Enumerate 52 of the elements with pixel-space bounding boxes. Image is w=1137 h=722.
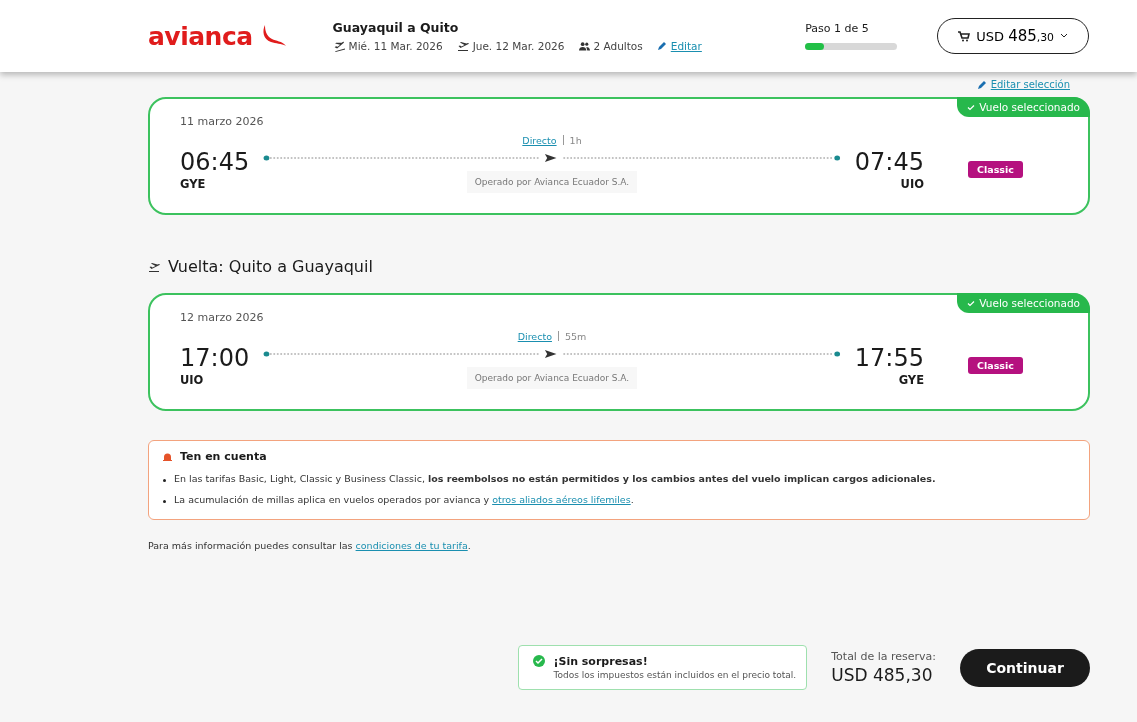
flight-duration: 1h xyxy=(569,134,582,146)
route-title: Guayaquil a Quito xyxy=(332,20,460,35)
airport-code: UIO xyxy=(180,372,204,387)
check-circle-icon xyxy=(533,655,546,667)
edit-link[interactable]: Editar xyxy=(670,40,702,52)
total-price: USD 485,30 xyxy=(831,665,934,685)
bell-icon xyxy=(163,451,172,462)
flight-duration: 55m xyxy=(564,330,587,342)
info-text: Para más información puedes consultar las condiciones de tu tarifa. xyxy=(148,540,472,551)
flight-card[interactable]: Vuelo seleccionado 12 marzo 2026 17:00 UIO Directo 55m Operado por Avianca Ecuador S.A. 17:55 GYE Classic xyxy=(148,293,1090,411)
cart-button[interactable]: USD 485,30 xyxy=(937,18,1089,54)
logo[interactable]: avianca xyxy=(148,21,253,51)
continue-button[interactable]: Continuar xyxy=(960,648,1090,687)
flight-card[interactable]: Vuelo seleccionado 11 marzo 2026 06:45 GYE Directo 1h Operado por Avianca Ecuador S.A. 07:45 UIO Classic xyxy=(148,97,1090,215)
flight-date: 11 marzo 2026 xyxy=(180,115,264,130)
people-icon xyxy=(578,41,590,51)
pencil-icon xyxy=(976,79,987,90)
promise-title: ¡Sin sorpresas! xyxy=(553,655,649,668)
operator-label: Operado por Avianca Ecuador S.A. xyxy=(466,366,638,389)
stops-link[interactable]: Directo xyxy=(522,134,557,146)
return-date: Jue. 12 Mar. 2026 xyxy=(472,40,565,52)
partners-link[interactable]: otros aliados aéreos lifemiles xyxy=(492,494,631,505)
airport-code: GYE xyxy=(898,372,924,387)
pencil-icon xyxy=(656,41,667,51)
airport-code: UIO xyxy=(900,176,924,191)
edit-selection-link[interactable]: Editar selección xyxy=(990,79,1070,90)
arrival-time: 07:45 xyxy=(854,146,924,177)
passenger-count: 2 Adultos xyxy=(593,40,643,52)
total-label: Total de la reserva: xyxy=(831,650,936,663)
selected-badge: Vuelo seleccionado xyxy=(957,293,1090,313)
landing-plane-icon xyxy=(456,40,469,52)
flight-date: 12 marzo 2026 xyxy=(180,311,264,326)
airport-code: GYE xyxy=(180,176,206,191)
step-label: Paso 1 de 5 xyxy=(805,22,870,35)
departure-time: 17:00 xyxy=(180,342,250,373)
stops-link[interactable]: Directo xyxy=(517,330,552,342)
selected-badge: Vuelo seleccionado xyxy=(957,97,1090,117)
chevron-down-icon xyxy=(1060,33,1068,39)
fare-conditions-link[interactable]: condiciones de tu tarifa xyxy=(355,540,468,551)
landing-plane-icon xyxy=(148,260,160,273)
notice-title: Ten en cuenta xyxy=(180,450,267,463)
departure-date: Mié. 11 Mar. 2026 xyxy=(348,40,443,52)
arrival-time: 17:55 xyxy=(854,342,924,373)
section-heading: Vuelta: Quito a Guayaquil xyxy=(168,257,373,276)
cart-icon xyxy=(958,30,971,42)
promise-text: Todos los impuestos están incluidos en el precio total. xyxy=(553,670,797,680)
departure-time: 06:45 xyxy=(180,146,250,177)
fare-tag: Classic xyxy=(968,357,1023,375)
notice-text: En las tarifas Basic, Light, Classic y Business Classic, los reembolsos no están permitidos y los cambios antes del vuelo implican cargos adicionales. xyxy=(174,473,936,484)
operator-label: Operado por Avianca Ecuador S.A. xyxy=(466,170,638,193)
fare-tag: Classic xyxy=(968,161,1023,179)
notice-text: La acumulación de millas aplica en vuelos operados por avianca y otros aliados aéreos lifemiles. xyxy=(174,494,634,505)
